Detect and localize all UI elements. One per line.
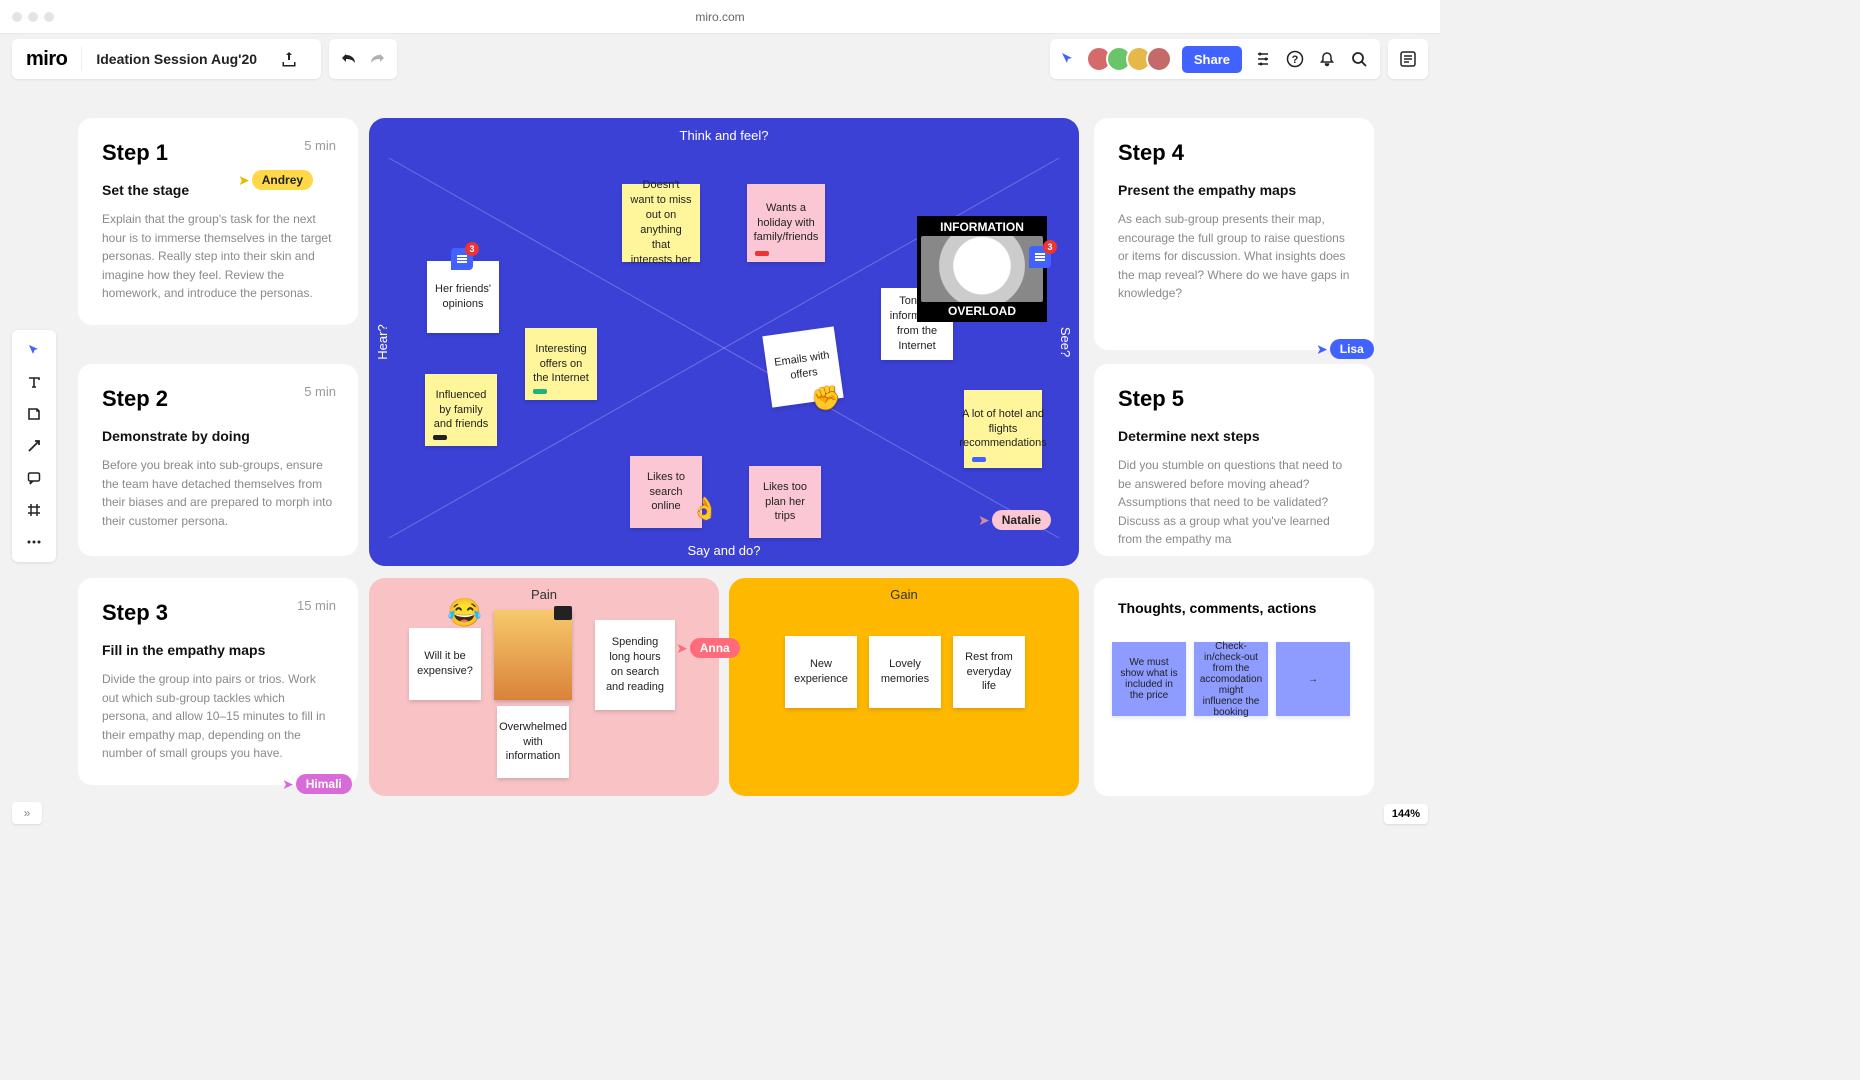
grab-cursor-icon: ✊ (811, 384, 841, 413)
sticky-note[interactable]: Overwhelmed with information (497, 706, 569, 778)
step-card-4[interactable]: Step 4 Present the empathy maps As each … (1094, 118, 1374, 350)
collapse-toolbar-icon[interactable]: » (12, 802, 42, 824)
comment-icon[interactable]: 3 (1029, 246, 1051, 268)
avatar[interactable] (1146, 46, 1172, 72)
svg-text:?: ? (1292, 54, 1299, 66)
bell-icon[interactable] (1316, 41, 1338, 77)
divider (81, 47, 82, 71)
sticky-note[interactable]: Spending long hours on search and readin… (595, 620, 675, 710)
step-body: Before you break into sub-groups, ensure… (102, 456, 334, 530)
ok-hand-emoji: 👌 (691, 496, 718, 522)
remote-cursor-himali: ➤ Himali (282, 774, 352, 794)
gain-frame[interactable]: Gain New experience Lovely memories Rest… (729, 578, 1079, 796)
sticky-note[interactable]: Interesting offers on the Internet (525, 328, 597, 400)
step-number: Step 2 (102, 386, 334, 412)
step-body: Divide the group into pairs or trios. Wo… (102, 670, 334, 763)
thoughts-card[interactable]: Thoughts, comments, actions We must show… (1094, 578, 1374, 796)
sticky-note[interactable]: Check-in/check-out from the accomodation… (1194, 642, 1268, 716)
remote-cursor-anna: ➤ Anna (676, 638, 740, 658)
sticky-note[interactable]: Rest from everyday life (953, 636, 1025, 708)
board-title[interactable]: Ideation Session Aug'20 (96, 51, 257, 67)
joy-emoji: 😂 (447, 596, 482, 629)
search-icon[interactable] (1348, 41, 1370, 77)
step-card-3[interactable]: Step 3 15 min Fill in the empathy maps D… (78, 578, 358, 785)
export-icon[interactable] (271, 41, 307, 77)
step-time: 5 min (304, 384, 336, 399)
step-body: Explain that the group's task for the ne… (102, 210, 334, 303)
zoom-level[interactable]: 144% (1384, 804, 1428, 824)
remote-cursor-andrey: ➤ Andrey (238, 170, 313, 190)
miro-logo[interactable]: miro (26, 48, 67, 71)
pain-frame[interactable]: Pain 😂 Will it be expensive? Spending lo… (369, 578, 719, 796)
emp-label-left: Hear? (375, 324, 390, 359)
maximize-icon[interactable] (44, 12, 54, 22)
sticky-note[interactable]: Wants a holiday with family/friends (747, 184, 825, 262)
step-title: Determine next steps (1118, 428, 1350, 444)
step-body: Did you stumble on questions that need t… (1118, 456, 1350, 549)
sticky-note[interactable]: We must show what is included in the pri… (1112, 642, 1186, 716)
comment-count-badge: 3 (1043, 240, 1057, 254)
meme-bottom-text: OVERLOAD (921, 304, 1043, 318)
sticky-note[interactable]: → (1276, 642, 1350, 716)
sticky-note[interactable]: Will it be expensive? (409, 628, 481, 700)
remote-cursor-natalie: ➤ Natalie (978, 510, 1051, 530)
window-controls (12, 12, 54, 22)
sticky-note[interactable]: Lovely memories (869, 636, 941, 708)
settings-sliders-icon[interactable] (1252, 41, 1274, 77)
step-number: Step 5 (1118, 386, 1350, 412)
step-time: 5 min (304, 138, 336, 153)
comment-count-badge: 3 (465, 242, 479, 256)
step-card-2[interactable]: Step 2 5 min Demonstrate by doing Before… (78, 364, 358, 556)
meme-image[interactable]: INFORMATION OVERLOAD (917, 216, 1047, 322)
browser-chrome: miro.com (0, 0, 1440, 34)
undo-icon[interactable] (335, 41, 363, 77)
thoughts-title: Thoughts, comments, actions (1118, 600, 1350, 616)
redo-icon[interactable] (363, 41, 391, 77)
chat-icon[interactable] (554, 606, 572, 620)
step-title: Fill in the empathy maps (102, 642, 334, 658)
undo-redo-group (329, 39, 397, 79)
sticky-note[interactable]: Doesn't want to miss out on anything tha… (622, 184, 700, 262)
emp-label-right: See? (1058, 327, 1073, 357)
minimize-icon[interactable] (28, 12, 38, 22)
close-icon[interactable] (12, 12, 22, 22)
step-number: Step 1 (102, 140, 334, 166)
step-body: As each sub-group presents their map, en… (1118, 210, 1350, 303)
activity-panel-icon[interactable] (1388, 39, 1428, 79)
meme-top-text: INFORMATION (921, 220, 1043, 234)
share-button[interactable]: Share (1182, 46, 1242, 73)
canvas[interactable]: Step 1 5 min Set the stage Explain that … (0, 84, 1440, 836)
help-icon[interactable]: ? (1284, 41, 1306, 77)
pain-title: Pain (369, 578, 719, 602)
meme-image[interactable] (494, 610, 572, 700)
empathy-frame[interactable]: Think and feel? Hear? See? Say and do? H… (369, 118, 1079, 566)
gain-title: Gain (729, 578, 1079, 602)
sticky-note[interactable]: Likes too plan her trips (749, 466, 821, 538)
step-title: Demonstrate by doing (102, 428, 334, 444)
remote-cursor-lisa: ➤ Lisa (1316, 339, 1374, 359)
step-title: Present the empathy maps (1118, 182, 1350, 198)
comment-icon[interactable]: 3 (451, 248, 473, 270)
sticky-note[interactable]: Her friends' opinions (427, 261, 499, 333)
emp-label-top: Think and feel? (680, 128, 769, 143)
sticky-note[interactable]: New experience (785, 636, 857, 708)
cursor-tool-icon[interactable] (1060, 51, 1076, 67)
step-card-1[interactable]: Step 1 5 min Set the stage Explain that … (78, 118, 358, 325)
board-header: miro Ideation Session Aug'20 (12, 39, 321, 79)
step-card-5[interactable]: Step 5 Determine next steps Did you stum… (1094, 364, 1374, 556)
step-number: Step 4 (1118, 140, 1350, 166)
topbar: miro Ideation Session Aug'20 Share ? (0, 34, 1440, 84)
sticky-note[interactable]: Influenced by family and friends (425, 374, 497, 446)
sticky-note[interactable]: A lot of hotel and flights recommendatio… (964, 390, 1042, 468)
address-bar-url[interactable]: miro.com (695, 10, 744, 24)
emp-label-bottom: Say and do? (687, 543, 760, 558)
step-time: 15 min (297, 598, 336, 613)
collaborators-bar: Share ? (1050, 39, 1380, 79)
